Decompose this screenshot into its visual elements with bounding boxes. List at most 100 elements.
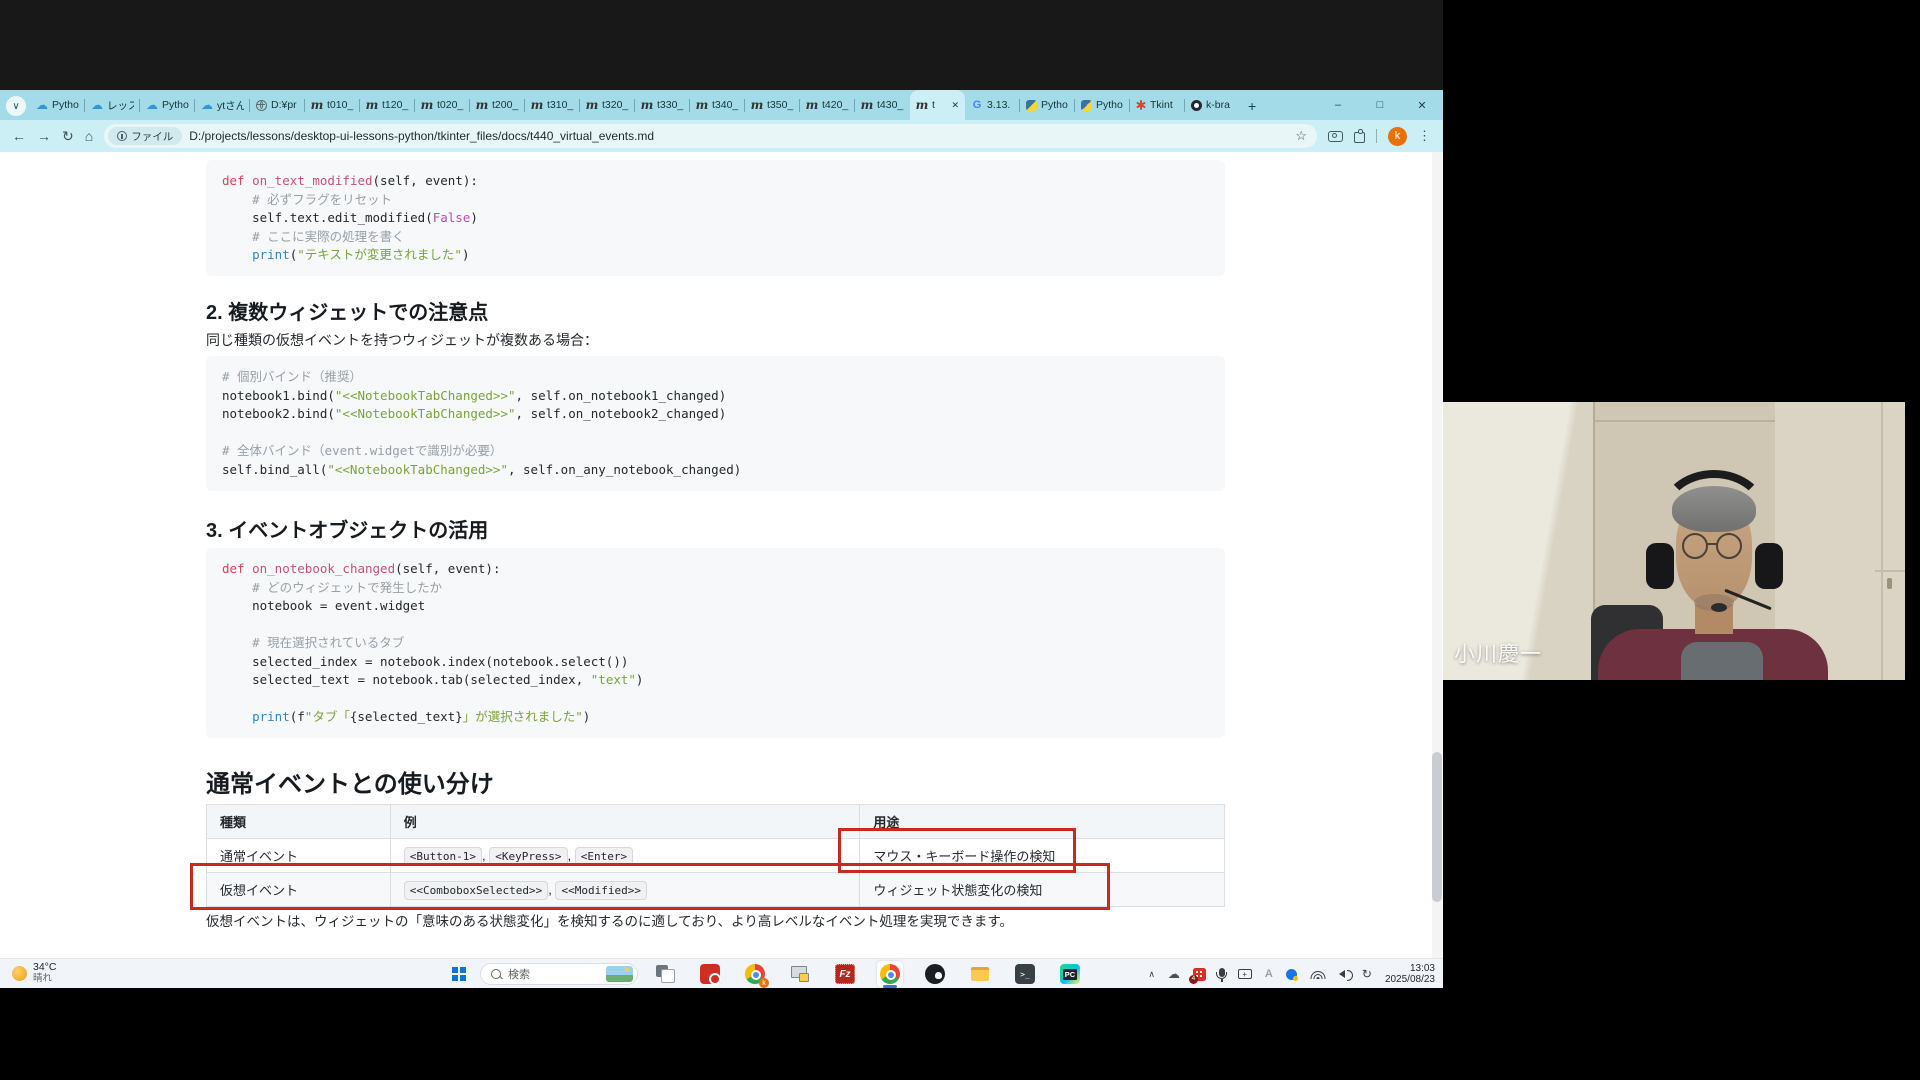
ime-a-icon[interactable]: A [1265,968,1273,980]
browser-tab[interactable]: ☁レッス [85,90,140,120]
search-icon [491,969,501,979]
tab-label: t020_ [437,99,464,111]
taskbar-apps: k Fz >_ PC [652,961,1083,987]
camera-icon[interactable] [1328,131,1343,142]
webcam-video: 小川慶一 [1443,402,1905,680]
temperature: 34°C [33,962,56,973]
tab-label: Pytho [1041,99,1069,111]
browser-tab[interactable]: mt330_ [635,90,690,120]
code-block-2: # 個別バインド（推奨）notebook1.bind("<<NotebookTa… [206,356,1225,491]
cloud-icon: ☁ [36,99,48,111]
search-box[interactable]: 検索 [480,963,638,985]
browser-tab[interactable]: mt✕ [910,90,965,120]
browser-tab[interactable]: ☁Pytho [30,90,85,120]
active-app-indicator [883,985,897,988]
url-text: D:/projects/lessons/desktop-ui-lessons-p… [189,129,1288,143]
forward-icon[interactable]: → [37,128,51,144]
markdown-icon: m [531,99,543,111]
profile-avatar[interactable]: k [1388,127,1407,146]
minimize-icon[interactable]: – [1317,99,1359,111]
app-red-icon[interactable] [700,964,720,984]
chrome-profile-icon[interactable]: k [742,961,768,987]
back-icon[interactable]: ← [12,128,26,144]
tab-close-icon[interactable]: ✕ [951,100,959,111]
maximize-icon[interactable]: □ [1359,99,1401,111]
section-heading-3: 3. イベントオブジェクトの活用 [206,514,488,543]
section-heading-2: 2. 複数ウィジェットでの注意点 [206,296,488,325]
markdown-icon: m [806,99,818,111]
clock[interactable]: 13:03 2025/08/23 [1385,963,1435,986]
weather-widget[interactable]: 34°C 晴れ [12,962,56,984]
new-tab-icon[interactable]: + [1248,98,1256,114]
markdown-icon: m [751,99,763,111]
tab-search-chevron-icon[interactable]: ∨ [6,96,26,116]
start-button-icon[interactable] [452,967,466,981]
filezilla-icon[interactable]: Fz [835,964,855,984]
tray-expand-icon[interactable]: ∧ [1148,968,1155,980]
tab-label: D:¥pr [271,99,299,111]
extensions-icon[interactable] [1354,132,1365,143]
language-switch-icon[interactable]: ↻ [1362,968,1372,980]
onedrive-icon[interactable]: ☁ [1168,968,1180,980]
browser-tab[interactable]: mt310_ [525,90,580,120]
menu-icon[interactable]: ⋮ [1418,128,1431,144]
bookmark-star-icon[interactable]: ☆ [1295,128,1307,144]
file-scheme-chip[interactable]: ファイル [108,127,182,145]
volume-icon[interactable] [1339,970,1345,978]
tab-label: Tkint [1150,99,1179,111]
wifi-icon[interactable] [1310,968,1326,980]
column-header: 例 [390,805,860,839]
tab-label: ytさん [217,98,244,113]
column-header: 種類 [207,805,391,839]
chrome-active-icon[interactable] [877,961,903,987]
remote-desktop-icon[interactable] [787,961,813,987]
scrollbar-thumb[interactable] [1432,752,1442,902]
browser-tab[interactable]: mt340_ [690,90,745,120]
home-icon[interactable]: ⌂ [85,128,93,144]
tab-label: k-bra [1206,99,1234,111]
browser-tab[interactable]: ☁ ytさん [195,90,250,120]
browser-tab[interactable]: m t200_ [470,90,525,120]
markdown-icon: m [311,99,323,111]
annotation-red-box-2 [190,863,1110,910]
github-desktop-icon[interactable] [925,964,945,984]
browser-tab[interactable]: ☁Pytho [140,90,195,120]
browser-toolbar: ← → ↻ ⌂ ファイル D:/projects/lessons/desktop… [0,120,1443,152]
pycharm-icon[interactable]: PC [1060,964,1080,984]
browser-tab[interactable]: mt420_ [800,90,855,120]
browser-tab[interactable]: Pytho [1075,90,1130,120]
browser-tab[interactable]: mt430_ [855,90,910,120]
browser-tab[interactable]: G3.13. [965,90,1020,120]
task-view-icon[interactable] [652,961,678,987]
browser-tab[interactable]: m t020_ [415,90,470,120]
reload-icon[interactable]: ↻ [62,128,74,145]
system-tray: ∧ ☁ 4 A ↻ 13:03 2025/08/23 [1148,959,1435,989]
browser-tab[interactable]: Pytho [1020,90,1075,120]
file-explorer-icon[interactable] [967,961,993,987]
browser-tab[interactable]: mt120_ [360,90,415,120]
tab-label: t200_ [492,99,519,111]
browser-tab[interactable]: D:¥pr [250,90,305,120]
browser-tab[interactable]: k-bra [1185,90,1240,120]
search-label: 検索 [508,966,599,982]
microphone-icon[interactable] [1219,968,1225,977]
close-icon[interactable]: ✕ [1401,99,1443,112]
markdown-icon: m [421,99,433,111]
paragraph: 同じ種類の仮想イベントを持つウィジェットが複数ある場合： [206,330,598,350]
browser-tab[interactable]: mt350_ [745,90,800,120]
browser-tab[interactable]: mt320_ [580,90,635,120]
cast-icon[interactable] [1238,969,1252,979]
browser-tab[interactable]: mt010_ [305,90,360,120]
cloud-icon: ☁ [201,99,213,111]
address-bar[interactable]: ファイル D:/projects/lessons/desktop-ui-less… [104,124,1317,148]
python-icon [1026,100,1037,111]
browser-tab[interactable]: Tkint [1130,90,1185,120]
headphone-earcup-right [1755,543,1783,589]
markdown-icon: m [476,99,488,111]
tab-label: t [932,99,947,111]
code-block-3: def on_notebook_changed(self, event): # … [206,548,1225,738]
badge-count: 4 [1189,975,1198,984]
app-dot-icon[interactable] [1286,969,1297,980]
terminal-icon[interactable]: >_ [1015,964,1035,984]
notification-app-icon[interactable]: 4 [1193,968,1206,981]
